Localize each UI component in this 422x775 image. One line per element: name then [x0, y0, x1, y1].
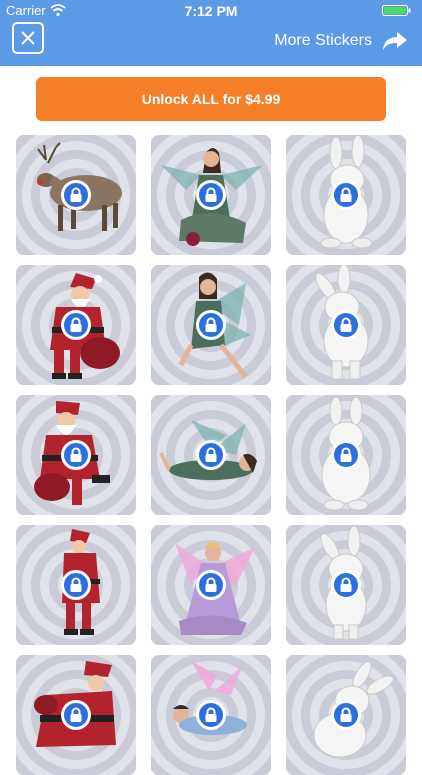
lock-icon — [331, 310, 361, 340]
sticker-tile-santa[interactable] — [16, 525, 136, 645]
lock-icon — [331, 700, 361, 730]
sticker-tile-santa[interactable] — [16, 655, 136, 775]
sticker-tile-easter-bunny[interactable] — [286, 265, 406, 385]
sticker-tile-fairy[interactable] — [151, 525, 271, 645]
lock-icon — [331, 440, 361, 470]
lock-icon — [331, 180, 361, 210]
sticker-tile-easter-bunny[interactable] — [286, 655, 406, 775]
sticker-tile-santa[interactable] — [16, 395, 136, 515]
lock-icon — [196, 180, 226, 210]
sticker-tile-santa[interactable] — [16, 265, 136, 385]
lock-icon — [196, 310, 226, 340]
sticker-tile-fairy[interactable] — [151, 395, 271, 515]
lock-icon — [196, 440, 226, 470]
lock-icon — [61, 700, 91, 730]
sticker-tile-fairy[interactable] — [151, 135, 271, 255]
lock-icon — [61, 180, 91, 210]
sticker-tile-fairy[interactable] — [151, 265, 271, 385]
lock-icon — [61, 440, 91, 470]
lock-icon — [61, 310, 91, 340]
sticker-tile-reindeer[interactable] — [16, 135, 136, 255]
sticker-tile-easter-bunny[interactable] — [286, 525, 406, 645]
sticker-grid — [0, 0, 422, 775]
sticker-tile-fairy[interactable] — [151, 655, 271, 775]
sticker-tile-easter-bunny[interactable] — [286, 395, 406, 515]
sticker-tile-easter-bunny[interactable] — [286, 135, 406, 255]
lock-icon — [196, 570, 226, 600]
lock-icon — [61, 570, 91, 600]
lock-icon — [331, 570, 361, 600]
lock-icon — [196, 700, 226, 730]
